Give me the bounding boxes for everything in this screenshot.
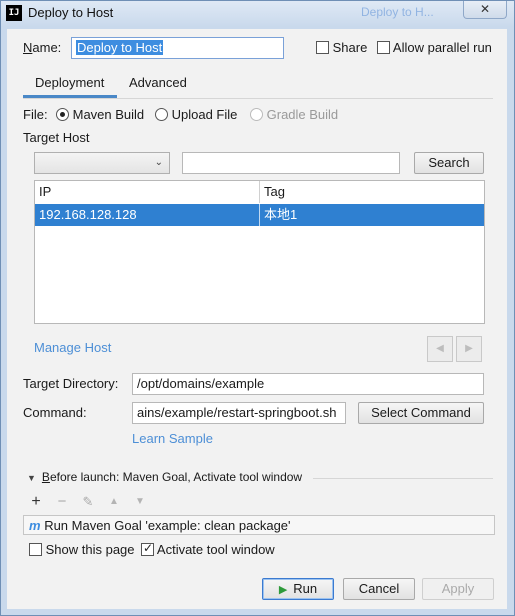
before-launch-header[interactable]: ▼ Before launch: Maven Goal, Activate too…: [27, 470, 302, 484]
arrow-left-icon: ◀: [436, 343, 444, 354]
gradle-build-label: Gradle Build: [266, 107, 339, 122]
show-page-label: Show this page: [45, 542, 135, 557]
table-row[interactable]: 192.168.128.128 本地1: [35, 204, 484, 226]
name-label-mnemonic: N: [23, 40, 33, 55]
chevron-down-icon: ⌄: [154, 157, 163, 168]
tab-advanced[interactable]: Advanced: [129, 75, 187, 90]
run-play-icon: ▶: [278, 584, 288, 596]
command-label: Command:: [23, 405, 87, 420]
apply-button[interactable]: Apply: [422, 578, 494, 600]
before-launch-list: m Run Maven Goal 'example: clean package…: [23, 515, 495, 535]
host-search-input[interactable]: [182, 152, 400, 174]
before-launch-mnemonic: B: [41, 470, 50, 484]
name-input[interactable]: Deploy to Host: [71, 37, 284, 59]
file-option-gradle: Gradle Build: [250, 107, 338, 122]
select-command-button[interactable]: Select Command: [358, 402, 484, 424]
remove-icon[interactable]: −: [54, 494, 70, 510]
activate-tool-window-option[interactable]: Activate tool window: [141, 541, 275, 557]
move-down-icon[interactable]: ▼: [132, 494, 148, 510]
target-directory-label: Target Directory:: [23, 376, 119, 391]
before-launch-title: efore launch: Maven Goal, Activate tool …: [49, 470, 303, 484]
name-label: Name:: [23, 40, 61, 55]
tab-deployment[interactable]: Deployment: [35, 75, 104, 90]
search-button[interactable]: Search: [414, 152, 484, 174]
allow-parallel-option[interactable]: Allow parallel run: [377, 40, 492, 55]
gradle-build-radio: [250, 108, 263, 121]
list-item[interactable]: m Run Maven Goal 'example: clean package…: [29, 518, 291, 533]
run-button-label: Run: [293, 581, 318, 596]
command-input[interactable]: ains/example/restart-springboot.sh: [132, 402, 346, 424]
column-header-tag[interactable]: Tag: [260, 181, 285, 203]
maven-goal-label: Run Maven Goal 'example: clean package': [44, 518, 291, 533]
deploy-dialog-window: IJ Deploy to Host Deploy to H... ✕ Name:…: [0, 0, 515, 616]
upload-file-label: Upload File: [171, 107, 238, 122]
allow-parallel-label: Allow parallel run: [392, 40, 492, 55]
activate-tool-window-checkbox[interactable]: [141, 541, 154, 556]
window-title: Deploy to Host: [28, 5, 114, 20]
table-cell-tag: 本地1: [264, 207, 298, 222]
move-up-icon[interactable]: ▲: [106, 494, 122, 510]
show-page-option[interactable]: Show this page: [29, 542, 135, 557]
file-label: File:: [23, 107, 48, 122]
manage-host-link[interactable]: Manage Host: [34, 340, 111, 355]
allow-parallel-checkbox[interactable]: [377, 41, 390, 54]
maven-icon: m: [29, 518, 41, 533]
file-option-upload[interactable]: Upload File: [155, 107, 237, 122]
activate-tool-window-label: Activate tool window: [156, 542, 275, 557]
next-page-button[interactable]: ▶: [456, 336, 482, 362]
maven-build-label: Maven Build: [72, 107, 145, 122]
column-header-ip[interactable]: IP: [35, 181, 51, 203]
previous-page-button[interactable]: ◀: [427, 336, 453, 362]
learn-sample-link[interactable]: Learn Sample: [132, 431, 213, 446]
intellij-app-icon: IJ: [6, 5, 22, 21]
collapse-triangle-icon[interactable]: ▼: [27, 473, 36, 483]
run-button[interactable]: ▶ Run: [262, 578, 334, 600]
cancel-button[interactable]: Cancel: [343, 578, 415, 600]
dialog-content: Name: Deploy to Host Share Allow paralle…: [7, 29, 507, 609]
host-group-dropdown[interactable]: ⌄: [34, 152, 170, 174]
share-checkbox[interactable]: [316, 41, 329, 54]
close-button[interactable]: ✕: [463, 1, 507, 19]
add-icon[interactable]: +: [28, 494, 44, 510]
before-launch-separator: [313, 478, 493, 479]
maven-build-radio[interactable]: [56, 108, 69, 121]
upload-file-radio[interactable]: [155, 108, 168, 121]
share-option[interactable]: Share: [316, 40, 367, 55]
file-option-maven[interactable]: Maven Build: [56, 107, 144, 122]
title-bar: IJ Deploy to Host Deploy to H... ✕: [1, 1, 514, 27]
tab-divider: [23, 98, 493, 99]
edit-icon[interactable]: ✎: [80, 494, 96, 510]
name-input-value: Deploy to Host: [76, 40, 164, 55]
table-cell-ip: 192.168.128.128: [39, 207, 137, 222]
show-page-checkbox[interactable]: [29, 543, 42, 556]
target-host-label: Target Host: [23, 130, 90, 145]
target-directory-input[interactable]: /opt/domains/example: [132, 373, 484, 395]
background-window-title: Deploy to H...: [361, 5, 434, 19]
host-table: IP Tag 192.168.128.128 本地1: [34, 180, 485, 324]
name-label-rest: ame:: [32, 40, 62, 55]
share-label: Share: [332, 40, 368, 55]
arrow-right-icon: ▶: [465, 343, 473, 354]
